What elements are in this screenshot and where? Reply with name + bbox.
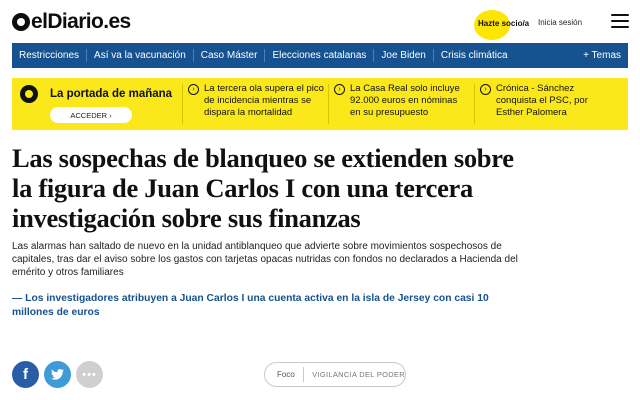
article-lead: Las alarmas han saltado de nuevo en la u… [12,241,518,278]
login-link[interactable]: Inicia sesión [538,18,582,27]
site-logo[interactable]: elDiario.es [12,10,131,34]
band-divider [328,84,329,124]
portada-headline-text: La tercera ola supera el pico de inciden… [204,83,324,118]
chevron-right-icon: › [188,84,199,95]
portada-headline-text: Crónica - Sánchez conquista el PSC, por … [496,83,588,118]
related-article-link[interactable]: — Los investigadores atribuyen a Juan Ca… [12,292,532,319]
band-divider [474,84,475,124]
foco-value: VIGILANCIA DEL PODER [312,370,405,379]
hamburger-menu-icon[interactable] [611,14,629,28]
subscribe-area: Hazte socio/a [470,6,532,40]
acceder-button[interactable]: ACCEDER › [50,107,132,123]
nav-item-caso-master[interactable]: Caso Máster [194,43,265,68]
portada-headline-text: La Casa Real solo incluye 92.000 euros e… [350,83,460,118]
twitter-bird-icon [51,369,64,380]
portada-block: La portada de mañana ACCEDER › [20,85,180,123]
more-topics-button[interactable]: + Temas [583,43,621,68]
site-header: elDiario.es Hazte socio/a Inicia sesión [0,0,640,42]
portada-logo-icon [20,85,38,103]
more-share-icon[interactable]: ••• [76,361,103,388]
nav-item-vacunacion[interactable]: Así va la vacunación [87,43,193,68]
nav-item-joe-biden[interactable]: Joe Biden [374,43,432,68]
subscribe-button[interactable]: Hazte socio/a [478,19,529,28]
article-title: Las sospechas de blanqueo se extienden s… [12,143,514,233]
twitter-share-icon[interactable] [44,361,71,388]
portada-headline-3[interactable]: › Crónica - Sánchez conquista el PSC, po… [480,83,616,119]
portada-headline-2[interactable]: › La Casa Real solo incluye 92.000 euros… [334,83,470,119]
foco-label: Foco [277,370,295,379]
chevron-right-icon: › [334,84,345,95]
logo-icon [12,13,30,31]
logo-text: elDiario.es [31,10,131,33]
topics-nav: Restricciones Así va la vacunación Caso … [12,43,628,68]
nav-item-restricciones[interactable]: Restricciones [12,43,86,68]
nav-item-elecciones-catalanas[interactable]: Elecciones catalanas [265,43,373,68]
share-buttons: f ••• [12,361,108,388]
portada-headline-1[interactable]: › La tercera ola supera el pico de incid… [188,83,324,119]
foco-tag[interactable]: Foco VIGILANCIA DEL PODER [264,362,406,387]
nav-item-crisis-climatica[interactable]: Crisis climática [434,43,515,68]
portada-title[interactable]: La portada de mañana [50,88,172,100]
facebook-share-icon[interactable]: f [12,361,39,388]
portada-band: La portada de mañana ACCEDER › › La terc… [12,78,628,130]
band-divider [182,84,183,124]
chevron-right-icon: › [480,84,491,95]
